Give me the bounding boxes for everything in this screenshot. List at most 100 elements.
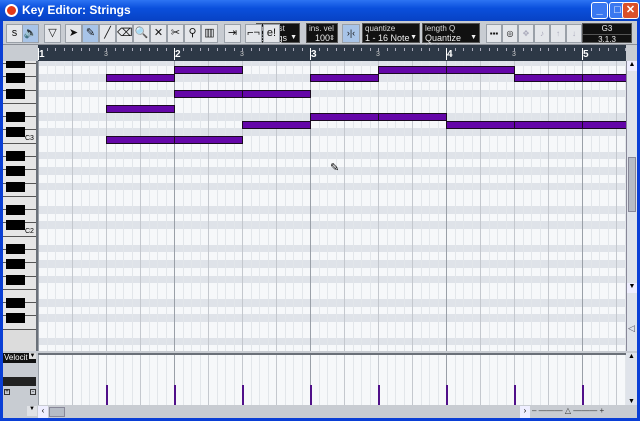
note-event[interactable] [378, 112, 447, 121]
grid-line [497, 61, 498, 351]
black-key[interactable] [6, 259, 25, 269]
grid-line [301, 61, 303, 351]
step-tool-button[interactable]: ✥ [518, 24, 534, 43]
tool-acoustic-feedback-button[interactable]: 🔈 [22, 24, 39, 43]
black-key[interactable] [6, 204, 25, 215]
black-key[interactable] [6, 220, 25, 231]
black-key[interactable] [6, 150, 25, 161]
tool-line-button[interactable]: ╱ [99, 24, 116, 43]
vertical-scrollbar[interactable]: ▲ ▼ ◁ [626, 61, 637, 351]
scroll-up-icon[interactable]: ▲ [627, 61, 637, 71]
black-key[interactable] [6, 274, 25, 285]
note-event[interactable] [242, 89, 311, 98]
black-key[interactable] [6, 243, 25, 254]
note-event[interactable] [106, 105, 175, 113]
velocity-bar[interactable] [446, 384, 448, 405]
velocity-bar[interactable] [242, 384, 244, 405]
note-event[interactable] [174, 136, 243, 144]
snap-button[interactable]: ›|‹ [342, 24, 360, 43]
velocity-bar[interactable] [174, 384, 176, 405]
length-quantize-dropdown[interactable]: length Q Quantize Link ▼ [422, 23, 480, 53]
black-key[interactable] [6, 166, 25, 176]
note-event[interactable] [310, 112, 379, 121]
vertical-scroll-thumb[interactable] [628, 157, 636, 212]
piano-keyboard[interactable]: C4C3C2 [3, 61, 38, 351]
ruler-tick [318, 48, 320, 51]
horizontal-scroll-thumb[interactable] [49, 407, 65, 417]
black-key[interactable] [6, 181, 25, 192]
ruler-tick [38, 48, 39, 60]
velocity-bar[interactable] [582, 384, 584, 405]
grid-line [225, 355, 226, 405]
black-key[interactable] [6, 88, 25, 99]
ruler[interactable]: 1 3 2 3 3 3 4 3 5 [38, 45, 626, 61]
scroll-left-icon[interactable]: ‹ [38, 406, 48, 418]
add-lane-icon[interactable]: + [4, 389, 10, 395]
black-key[interactable] [6, 61, 25, 68]
tool-mute-button[interactable]: ✕ [150, 24, 167, 43]
tool-erase-button[interactable]: ⌫ [116, 24, 133, 43]
black-key-row [38, 128, 626, 136]
scroll-down-icon[interactable]: ▼ [626, 398, 637, 405]
black-key[interactable] [6, 73, 25, 83]
note-event[interactable] [310, 74, 379, 82]
black-key[interactable] [6, 127, 25, 138]
minimize-button[interactable]: _ [591, 2, 608, 19]
remove-lane-icon[interactable]: - [30, 389, 36, 395]
tool-draw-button[interactable]: ✎ [82, 24, 99, 43]
controller-value-display [3, 377, 36, 386]
ruler-tick [488, 48, 490, 51]
note-event[interactable] [582, 74, 626, 82]
ruler-bar-number: 4 [447, 49, 453, 60]
tool-zoom-button[interactable]: 🔍 [133, 24, 150, 43]
tool-show-info-button[interactable]: ▽ [44, 24, 61, 43]
note-event[interactable] [378, 66, 447, 75]
lane-menu-icon[interactable]: ▼ [27, 406, 37, 416]
insert-velocity-field[interactable]: ins. vel 100 ⇕ [306, 23, 338, 43]
note-event[interactable] [446, 120, 515, 129]
velocity-lane[interactable] [38, 353, 626, 405]
tool-split-button[interactable]: ✂ [167, 24, 184, 43]
note-event[interactable] [446, 66, 515, 75]
horizontal-zoom-slider[interactable]: – ——— △ ——— + [532, 406, 624, 418]
grid-line [242, 61, 243, 351]
tool-object-selection-button[interactable]: ➤ [65, 24, 82, 43]
horizontal-scrollbar[interactable]: ‹ › – ——— △ ——— + [38, 406, 626, 418]
velocity-bar[interactable] [378, 384, 380, 405]
note-event[interactable] [514, 120, 583, 129]
note-event[interactable] [106, 74, 175, 82]
quantize-dropdown[interactable]: quantize 1 - 16 Note ▼ [362, 23, 420, 43]
note-event[interactable] [174, 66, 243, 75]
step-tool-button[interactable]: ♪ [534, 24, 550, 43]
scroll-up-icon[interactable]: ▲ [626, 353, 637, 360]
grid-line [38, 355, 39, 405]
controller-selector[interactable]: Velocit ▼ [3, 353, 36, 363]
tool-independent-track-loop-button[interactable]: ⌐¬ [245, 24, 262, 43]
tool-edit-in-place-button[interactable]: e! [263, 24, 280, 43]
black-key[interactable] [6, 297, 25, 308]
black-key[interactable] [6, 111, 25, 122]
velocity-bar[interactable] [310, 384, 312, 405]
tool-glue-button[interactable]: ⚲ [184, 24, 201, 43]
note-event[interactable] [106, 136, 175, 144]
tool-solo-editor-button[interactable]: s [6, 24, 23, 43]
step-tool-button[interactable]: ▪▪▪ [486, 24, 502, 43]
note-event[interactable] [174, 89, 243, 98]
black-key[interactable] [6, 313, 25, 324]
velocity-bar[interactable] [106, 384, 108, 405]
scroll-down-icon[interactable]: ▼ [627, 283, 637, 293]
note-grid[interactable]: ✎ [38, 61, 626, 351]
close-button[interactable]: ✕ [622, 2, 639, 19]
step-tool-button[interactable]: ↑ [550, 24, 566, 43]
note-event[interactable] [582, 120, 626, 129]
velocity-bar[interactable] [514, 384, 516, 405]
step-tool-button[interactable]: ↓ [566, 24, 582, 43]
velocity-scrollbar[interactable]: ▲ ▼ [626, 353, 637, 405]
tool-autoscroll-button[interactable]: ⇥ [224, 24, 241, 43]
step-tool-button[interactable]: ◎ [502, 24, 518, 43]
scroll-right-icon[interactable]: › [520, 406, 530, 418]
note-event[interactable] [242, 120, 311, 129]
note-event[interactable] [514, 74, 583, 82]
tool-drumstick-button[interactable]: ▥ [201, 24, 218, 43]
vertical-zoom-slider[interactable]: ◁ [628, 323, 636, 335]
